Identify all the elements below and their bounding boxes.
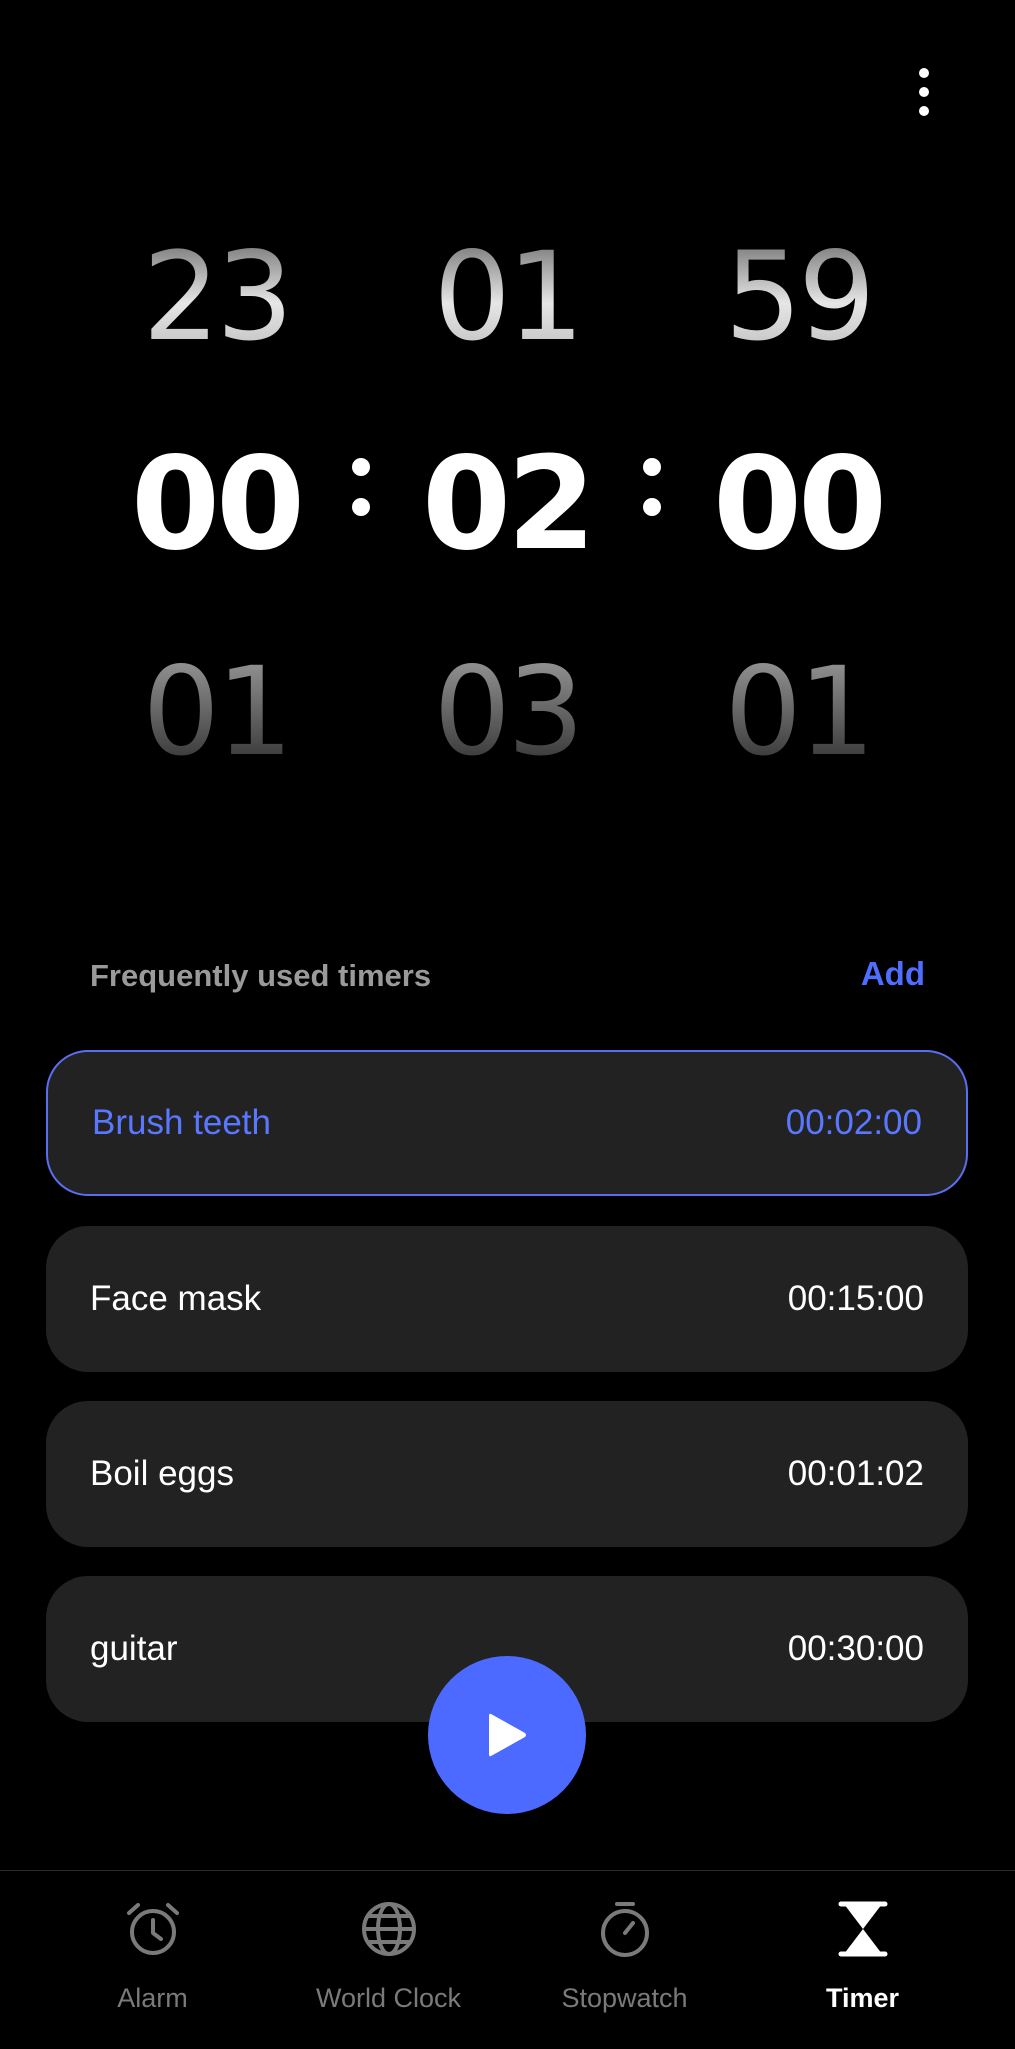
minutes-next-value[interactable]: 03 — [402, 651, 612, 773]
minutes-prev-value[interactable]: 01 — [402, 236, 612, 358]
play-icon — [489, 1713, 526, 1757]
nav-tab-world-clock[interactable]: World Clock — [262, 1871, 515, 2049]
preset-timer-duration: 00:30:00 — [787, 1629, 924, 1668]
seconds-prev-value[interactable]: 59 — [693, 236, 903, 358]
colon-dot-bottom — [643, 498, 661, 516]
minutes-current-value[interactable]: 02 — [402, 441, 612, 569]
bottom-navigation: Alarm World Clock Stopwatch Timer — [0, 1870, 1015, 2049]
preset-timer-duration: 00:15:00 — [787, 1279, 924, 1318]
frequent-timers-title: Frequently used timers — [90, 958, 432, 993]
start-timer-button[interactable] — [428, 1656, 586, 1814]
minutes-picker[interactable]: 01 02 03 — [402, 236, 612, 776]
nav-tab-stopwatch[interactable]: Stopwatch — [498, 1871, 751, 2049]
preset-timer-card[interactable]: Brush teeth 00:02:00 — [46, 1050, 968, 1196]
preset-timer-duration: 00:02:00 — [785, 1103, 922, 1142]
preset-timer-name: Brush teeth — [92, 1103, 271, 1142]
hours-minutes-separator — [346, 440, 376, 530]
nav-tab-label: Alarm — [117, 1983, 188, 2013]
nav-tab-alarm[interactable]: Alarm — [26, 1871, 279, 2049]
preset-timer-name: Boil eggs — [90, 1454, 234, 1493]
stopwatch-icon — [600, 1902, 649, 1957]
seconds-next-value[interactable]: 01 — [693, 651, 903, 773]
hourglass-icon — [838, 1901, 887, 1957]
seconds-picker[interactable]: 59 00 01 — [693, 236, 903, 776]
colon-dot-top — [643, 458, 661, 476]
more-dot — [919, 87, 929, 97]
hours-prev-value[interactable]: 23 — [111, 236, 321, 358]
nav-tab-timer[interactable]: Timer — [736, 1871, 989, 2049]
alarm-clock-icon — [126, 1903, 179, 1955]
colon-dot-top — [352, 458, 370, 476]
nav-tab-label: Timer — [825, 1983, 900, 2013]
more-options-button[interactable] — [895, 58, 953, 126]
hours-picker[interactable]: 23 00 01 — [111, 236, 321, 776]
add-timer-button[interactable]: Add — [861, 955, 925, 993]
globe-icon — [361, 1902, 416, 1956]
minutes-seconds-separator — [637, 440, 667, 530]
preset-timer-name: Face mask — [90, 1279, 262, 1318]
colon-dot-bottom — [352, 498, 370, 516]
preset-timer-duration: 00:01:02 — [787, 1454, 924, 1493]
more-vertical-icon — [919, 68, 929, 78]
hours-next-value[interactable]: 01 — [111, 651, 321, 773]
preset-timer-card[interactable]: Boil eggs 00:01:02 — [46, 1401, 968, 1547]
nav-tab-label: World Clock — [315, 1983, 462, 2013]
seconds-current-value[interactable]: 00 — [693, 441, 903, 569]
preset-timer-card[interactable]: Face mask 00:15:00 — [46, 1226, 968, 1372]
nav-tab-label: Stopwatch — [561, 1983, 688, 2013]
more-dot — [919, 106, 929, 116]
preset-timer-name: guitar — [90, 1629, 178, 1668]
hours-current-value[interactable]: 00 — [111, 441, 321, 569]
